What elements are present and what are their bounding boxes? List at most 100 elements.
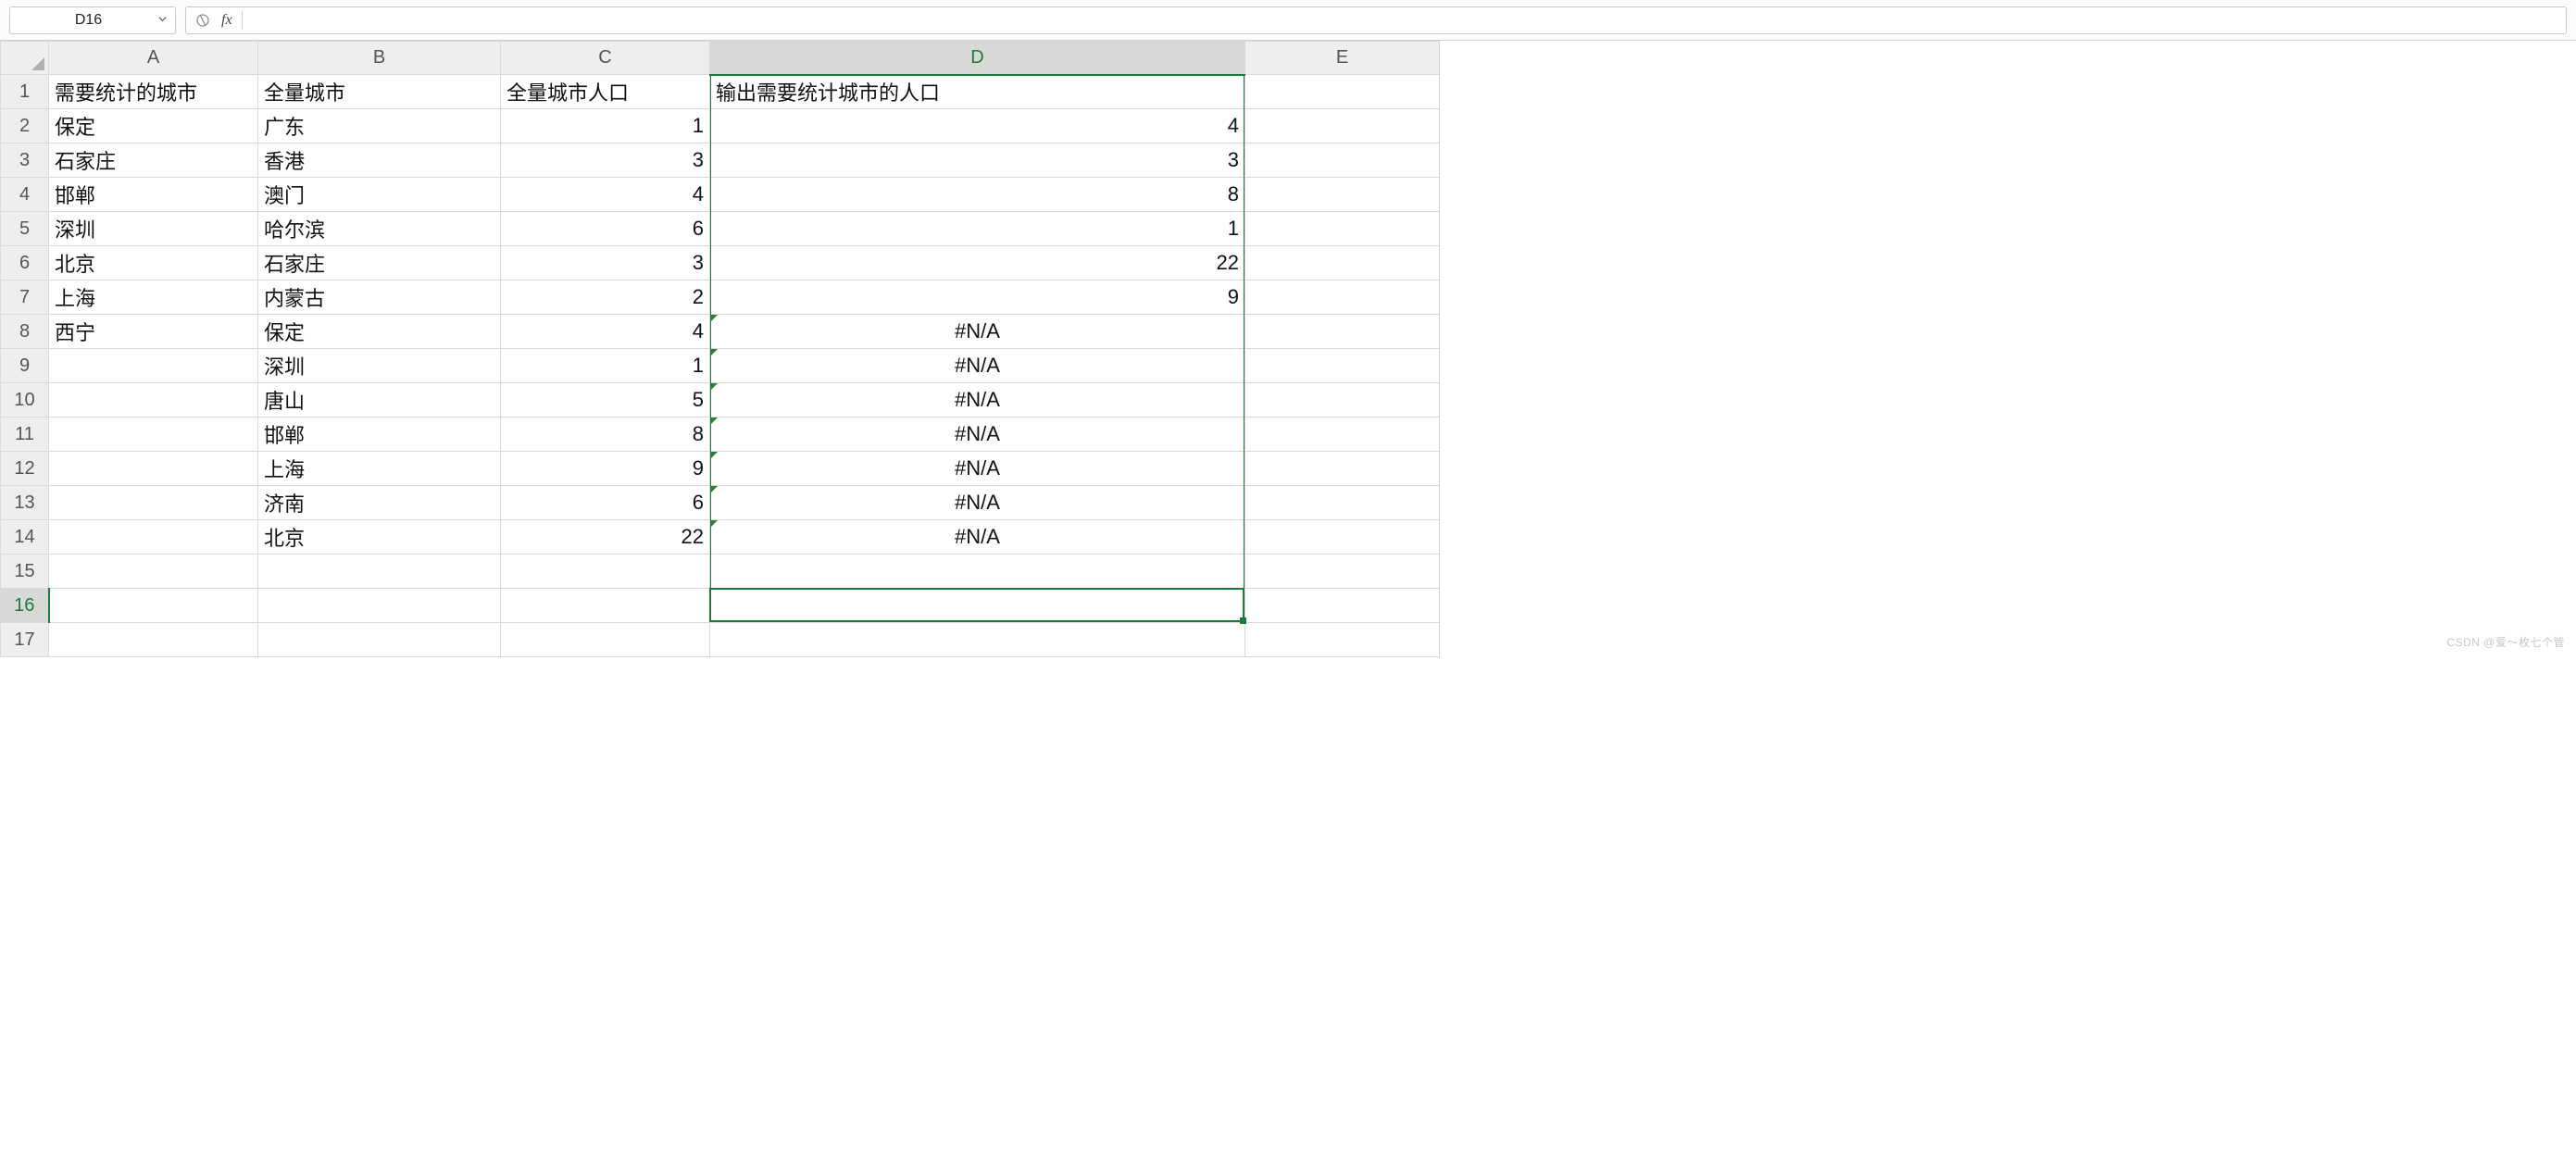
cell-D15[interactable] [710, 555, 1245, 589]
cell-E1[interactable] [1245, 75, 1440, 109]
row-header-6[interactable]: 6 [1, 246, 49, 280]
cell-E10[interactable] [1245, 383, 1440, 417]
cell-D2[interactable]: 4 [710, 109, 1245, 143]
cell-A2[interactable]: 保定 [49, 109, 258, 143]
row-header-3[interactable]: 3 [1, 143, 49, 178]
cell-C3[interactable]: 3 [501, 143, 710, 178]
cell-A4[interactable]: 邯郸 [49, 178, 258, 212]
cell-B8[interactable]: 保定 [258, 315, 501, 349]
cell-D7[interactable]: 9 [710, 280, 1245, 315]
cell-B3[interactable]: 香港 [258, 143, 501, 178]
formula-input-area[interactable]: fx [185, 6, 2567, 34]
cell-E5[interactable] [1245, 212, 1440, 246]
cell-E2[interactable] [1245, 109, 1440, 143]
column-header-D[interactable]: D [710, 42, 1245, 75]
cell-E8[interactable] [1245, 315, 1440, 349]
cell-B4[interactable]: 澳门 [258, 178, 501, 212]
cell-B11[interactable]: 邯郸 [258, 417, 501, 452]
cell-B17[interactable] [258, 623, 501, 657]
row-header-2[interactable]: 2 [1, 109, 49, 143]
spreadsheet-grid[interactable]: ABCDE1需要统计的城市全量城市全量城市人口输出需要统计城市的人口2保定广东1… [0, 41, 2576, 657]
row-header-15[interactable]: 15 [1, 555, 49, 589]
cell-C8[interactable]: 4 [501, 315, 710, 349]
cell-A11[interactable] [49, 417, 258, 452]
cell-E16[interactable] [1245, 589, 1440, 623]
cell-B16[interactable] [258, 589, 501, 623]
cell-C15[interactable] [501, 555, 710, 589]
cell-B2[interactable]: 广东 [258, 109, 501, 143]
column-header-C[interactable]: C [501, 42, 710, 75]
cell-E14[interactable] [1245, 520, 1440, 555]
cell-D17[interactable] [710, 623, 1245, 657]
cell-C9[interactable]: 1 [501, 349, 710, 383]
cell-B14[interactable]: 北京 [258, 520, 501, 555]
cell-C16[interactable] [501, 589, 710, 623]
row-header-10[interactable]: 10 [1, 383, 49, 417]
row-header-4[interactable]: 4 [1, 178, 49, 212]
cell-E11[interactable] [1245, 417, 1440, 452]
cell-E13[interactable] [1245, 486, 1440, 520]
cell-C2[interactable]: 1 [501, 109, 710, 143]
cell-C6[interactable]: 3 [501, 246, 710, 280]
cell-C5[interactable]: 6 [501, 212, 710, 246]
cell-A12[interactable] [49, 452, 258, 486]
cell-C10[interactable]: 5 [501, 383, 710, 417]
row-header-12[interactable]: 12 [1, 452, 49, 486]
cell-A15[interactable] [49, 555, 258, 589]
cell-D4[interactable]: 8 [710, 178, 1245, 212]
cell-E17[interactable] [1245, 623, 1440, 657]
cell-A8[interactable]: 西宁 [49, 315, 258, 349]
cell-D6[interactable]: 22 [710, 246, 1245, 280]
cell-C17[interactable] [501, 623, 710, 657]
cell-A9[interactable] [49, 349, 258, 383]
formula-input[interactable] [252, 7, 2558, 33]
cell-B7[interactable]: 内蒙古 [258, 280, 501, 315]
cell-E4[interactable] [1245, 178, 1440, 212]
cell-C4[interactable]: 4 [501, 178, 710, 212]
row-header-1[interactable]: 1 [1, 75, 49, 109]
row-header-7[interactable]: 7 [1, 280, 49, 315]
row-header-17[interactable]: 17 [1, 623, 49, 657]
cell-A10[interactable] [49, 383, 258, 417]
cell-D11[interactable]: #N/A [710, 417, 1245, 452]
row-header-8[interactable]: 8 [1, 315, 49, 349]
cell-D10[interactable]: #N/A [710, 383, 1245, 417]
cell-D9[interactable]: #N/A [710, 349, 1245, 383]
cell-C14[interactable]: 22 [501, 520, 710, 555]
cell-E6[interactable] [1245, 246, 1440, 280]
select-all-corner[interactable] [1, 42, 49, 75]
cell-A7[interactable]: 上海 [49, 280, 258, 315]
cell-D5[interactable]: 1 [710, 212, 1245, 246]
cell-A14[interactable] [49, 520, 258, 555]
cell-B9[interactable]: 深圳 [258, 349, 501, 383]
cell-A3[interactable]: 石家庄 [49, 143, 258, 178]
cell-E7[interactable] [1245, 280, 1440, 315]
row-header-11[interactable]: 11 [1, 417, 49, 452]
cell-B6[interactable]: 石家庄 [258, 246, 501, 280]
cell-D3[interactable]: 3 [710, 143, 1245, 178]
cell-A5[interactable]: 深圳 [49, 212, 258, 246]
column-header-E[interactable]: E [1245, 42, 1440, 75]
cell-A6[interactable]: 北京 [49, 246, 258, 280]
column-header-B[interactable]: B [258, 42, 501, 75]
name-box[interactable]: D16 [9, 6, 176, 34]
cell-C11[interactable]: 8 [501, 417, 710, 452]
row-header-9[interactable]: 9 [1, 349, 49, 383]
cell-B15[interactable] [258, 555, 501, 589]
cell-C13[interactable]: 6 [501, 486, 710, 520]
cell-B12[interactable]: 上海 [258, 452, 501, 486]
column-header-A[interactable]: A [49, 42, 258, 75]
cell-B13[interactable]: 济南 [258, 486, 501, 520]
cell-D14[interactable]: #N/A [710, 520, 1245, 555]
cell-C12[interactable]: 9 [501, 452, 710, 486]
row-header-16[interactable]: 16 [1, 589, 49, 623]
cell-B5[interactable]: 哈尔滨 [258, 212, 501, 246]
row-header-13[interactable]: 13 [1, 486, 49, 520]
cell-E15[interactable] [1245, 555, 1440, 589]
cell-D16[interactable] [710, 589, 1245, 623]
fx-icon[interactable]: fx [221, 12, 232, 29]
cell-E3[interactable] [1245, 143, 1440, 178]
cell-E12[interactable] [1245, 452, 1440, 486]
cell-B10[interactable]: 唐山 [258, 383, 501, 417]
cell-D12[interactable]: #N/A [710, 452, 1245, 486]
